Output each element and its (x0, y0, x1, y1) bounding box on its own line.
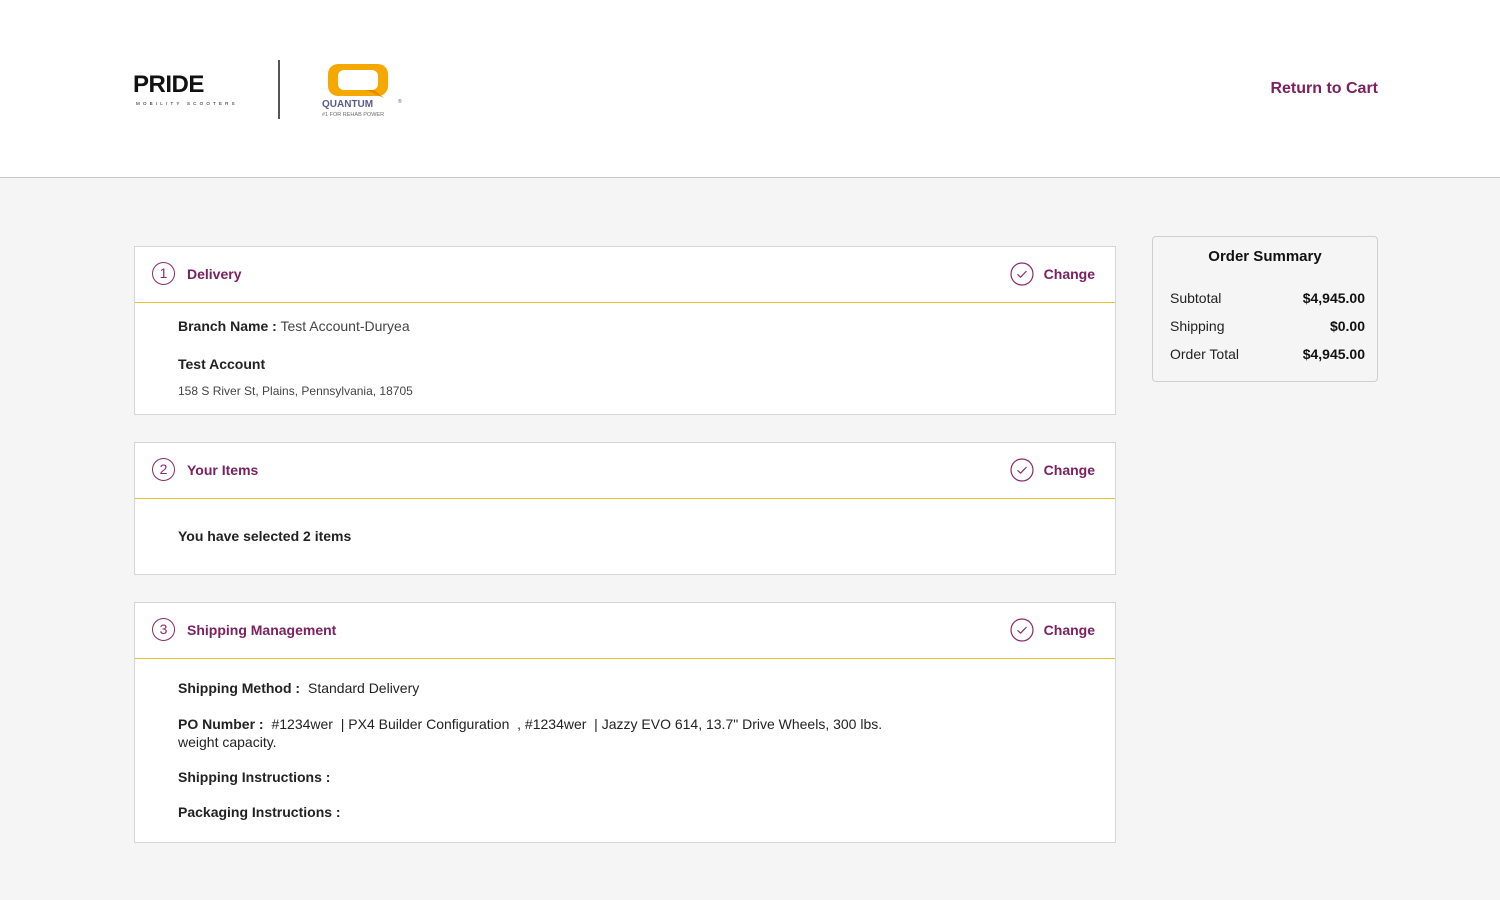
step-number-badge: 3 (152, 618, 175, 641)
delivery-change-button[interactable]: Change (1010, 262, 1095, 286)
items-count-text: You have selected 2 items (178, 528, 352, 544)
po-number-value-cont: weight capacity. (178, 734, 277, 750)
items-section: 2 Your Items Change You have selected 2 … (134, 442, 1116, 575)
section-title: Shipping Management (187, 622, 337, 638)
svg-text:PRIDE: PRIDE (133, 71, 204, 98)
pride-mobility-logo[interactable]: PRIDE MOBILITY SCOOTERS (133, 70, 243, 110)
items-header: 2 Your Items Change (135, 443, 1115, 499)
step-number-badge: 1 (152, 262, 175, 285)
change-label: Change (1043, 622, 1095, 638)
delivery-header: 1 Delivery Change (135, 247, 1115, 303)
shipping-header: 3 Shipping Management Change (135, 603, 1115, 659)
shipping-section: 3 Shipping Management Change Shipping Me… (134, 602, 1116, 843)
shipping-method-row: Shipping Method : Standard Delivery (178, 680, 419, 696)
svg-text:#1 FOR REHAB POWER: #1 FOR REHAB POWER (322, 112, 384, 118)
quantum-logo[interactable]: QUANTUM ® #1 FOR REHAB POWER (318, 60, 408, 122)
check-circle-icon (1010, 618, 1034, 642)
section-title: Your Items (187, 462, 259, 478)
summary-label: Order Total (1170, 346, 1239, 362)
delivery-address: 158 S River St, Plains, Pennsylvania, 18… (178, 384, 413, 398)
logo-divider (278, 60, 280, 119)
svg-text:MOBILITY SCOOTERS: MOBILITY SCOOTERS (136, 101, 238, 106)
account-name: Test Account (178, 356, 266, 372)
po-number-label: PO Number : (178, 716, 264, 732)
page-header: PRIDE MOBILITY SCOOTERS QUANTUM ® #1 FOR… (0, 0, 1500, 178)
return-to-cart-link[interactable]: Return to Cart (1270, 80, 1378, 98)
branch-name-label: Branch Name : (178, 318, 277, 334)
po-number-row: PO Number : #1234wer | PX4 Builder Confi… (178, 715, 978, 751)
section-title: Delivery (187, 266, 242, 282)
order-summary-title: Order Summary (1208, 248, 1322, 265)
branch-name-row: Branch Name : Test Account-Duryea (178, 318, 410, 334)
shipping-instructions-label: Shipping Instructions : (178, 769, 331, 785)
summary-label: Shipping (1170, 318, 1225, 334)
summary-value: $4,945.00 (1302, 290, 1365, 306)
svg-text:®: ® (398, 98, 402, 105)
shipping-change-button[interactable]: Change (1010, 618, 1095, 642)
summary-row-order-total: Order Total $4,945.00 (1170, 346, 1365, 362)
po-number-value: #1234wer | PX4 Builder Configuration , #… (271, 716, 883, 732)
step-number-badge: 2 (152, 458, 175, 481)
delivery-section: 1 Delivery Change Branch Name : Test Acc… (134, 246, 1116, 415)
check-circle-icon (1010, 458, 1034, 482)
summary-row-shipping: Shipping $0.00 (1170, 318, 1365, 334)
change-label: Change (1043, 462, 1095, 478)
shipping-method-label: Shipping Method : (178, 680, 301, 696)
change-label: Change (1043, 266, 1095, 282)
svg-text:QUANTUM: QUANTUM (322, 99, 373, 110)
order-summary-panel: Order Summary Subtotal $4,945.00 Shippin… (1152, 236, 1378, 382)
summary-label: Subtotal (1170, 290, 1222, 306)
summary-value: $0.00 (1329, 318, 1365, 334)
summary-row-subtotal: Subtotal $4,945.00 (1170, 290, 1365, 306)
branch-name-value: Test Account-Duryea (280, 318, 410, 334)
packaging-instructions-label: Packaging Instructions : (178, 804, 341, 820)
shipping-method-value: Standard Delivery (307, 680, 420, 696)
summary-value: $4,945.00 (1302, 346, 1365, 362)
items-change-button[interactable]: Change (1010, 458, 1095, 482)
check-circle-icon (1010, 262, 1034, 286)
